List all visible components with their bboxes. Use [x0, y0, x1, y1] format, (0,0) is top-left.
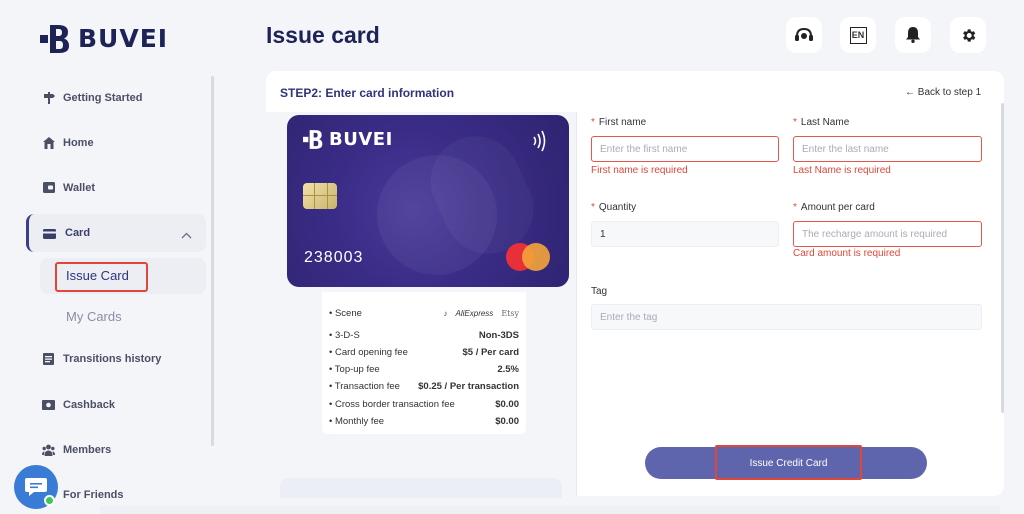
contactless-icon — [533, 130, 546, 152]
amount-error: Card amount is required — [793, 248, 901, 259]
divider — [576, 112, 577, 496]
info-row-scene: • Scene ♪ AliExpress Etsy — [329, 308, 519, 319]
issue-credit-card-label[interactable]: Issue Credit Card — [715, 458, 862, 469]
mastercard-logo-icon — [506, 243, 552, 271]
sidebar-item-label: Card — [65, 227, 91, 239]
sidebar-item-transitions-history[interactable]: Transitions history — [42, 352, 161, 365]
amount-per-card-label: * Amount per card — [793, 202, 875, 213]
virtual-card-preview: BUVEI 238003 — [287, 115, 569, 287]
buvei-logo-icon — [40, 24, 69, 53]
support-icon — [795, 28, 813, 41]
quantity-field[interactable] — [591, 221, 779, 247]
language-button[interactable]: EN — [840, 17, 876, 53]
sidebar-item-label: Members — [63, 443, 112, 456]
card-brand-name: BUVEI — [329, 129, 393, 150]
details-section-partial — [280, 478, 562, 498]
language-icon: EN — [849, 26, 867, 44]
amount-per-card-field[interactable] — [793, 221, 982, 247]
sidebar-scrollbar[interactable] — [211, 76, 214, 446]
last-name-field[interactable] — [793, 136, 982, 162]
last-name-label: * Last Name — [793, 117, 850, 128]
info-value: $0.00 — [495, 399, 519, 410]
first-name-error: First name is required — [591, 165, 688, 176]
page-title: Issue card — [266, 22, 380, 48]
wallet-icon — [42, 181, 55, 194]
tag-label: Tag — [591, 286, 608, 297]
info-row: • 3-D-S Non-3DS — [329, 330, 519, 341]
step-title: STEP2: Enter card information — [280, 86, 455, 100]
home-icon — [42, 136, 55, 149]
buvei-logo-icon — [303, 130, 323, 149]
bottom-edge — [100, 506, 1000, 514]
quantity-label: * Quantity — [591, 202, 637, 213]
sidebar-item-label: Getting Started — [63, 91, 143, 104]
card-chip-icon — [303, 183, 337, 209]
info-row: • Cross border transaction fee $0.00 — [329, 399, 519, 410]
sidebar-item-label: Wallet — [63, 181, 95, 194]
members-icon — [42, 443, 55, 456]
tiktok-icon: ♪ — [443, 309, 448, 318]
bell-icon — [906, 27, 920, 43]
brand-logo[interactable]: BUVEI — [40, 24, 168, 53]
info-value: 2.5% — [497, 364, 519, 375]
last-name-error: Last Name is required — [793, 165, 891, 176]
cashback-icon — [42, 398, 55, 411]
info-row: • Transaction fee $0.25 / Per transaction — [329, 381, 519, 392]
info-label: • Top-up fee — [329, 364, 380, 375]
info-value: Non-3DS — [478, 330, 519, 341]
gear-icon — [962, 28, 975, 42]
info-value: $0.00 — [495, 416, 519, 427]
info-label: • Transaction fee — [329, 381, 400, 392]
info-label: • Scene — [329, 308, 362, 319]
sidebar-subitem-issue-card[interactable]: Issue Card — [66, 268, 129, 283]
sidebar-item-label: Home — [63, 136, 94, 149]
brand-name: BUVEI — [78, 24, 169, 53]
info-label: • Card opening fee — [329, 347, 408, 358]
info-label: • Cross border transaction fee — [329, 399, 455, 410]
first-name-label: * First name — [591, 117, 647, 128]
info-value: $5 / Per card — [462, 347, 519, 358]
sidebar-item-label: Transitions history — [63, 352, 162, 365]
sidebar-item-members[interactable]: Members — [42, 443, 111, 456]
notifications-button[interactable] — [895, 17, 931, 53]
sidebar-item-label: Cashback — [63, 398, 115, 411]
chevron-up-icon[interactable] — [181, 226, 192, 244]
card-icon — [43, 226, 56, 244]
chat-icon — [25, 478, 47, 496]
tag-field[interactable] — [591, 304, 982, 330]
sidebar-subitem-my-cards[interactable]: My Cards — [66, 309, 122, 324]
etsy-logo: Etsy — [501, 309, 519, 318]
sidebar: BUVEI Getting Started Home Wallet Card I… — [0, 0, 215, 514]
sidebar-item-getting-started[interactable]: Getting Started — [42, 91, 142, 104]
sidebar-item-label: For Friends — [63, 488, 124, 501]
online-status-dot — [44, 495, 55, 506]
back-to-step-1-link[interactable]: ← Back to step 1 — [905, 87, 981, 98]
info-value: $0.25 / Per transaction — [418, 381, 519, 392]
sidebar-item-home[interactable]: Home — [42, 136, 94, 149]
list-icon — [42, 352, 55, 365]
info-row: • Card opening fee $5 / Per card — [329, 347, 519, 358]
card-number: 238003 — [304, 249, 364, 266]
info-label: • Monthly fee — [329, 416, 385, 427]
scene-logos: ♪ AliExpress Etsy — [444, 308, 519, 319]
aliexpress-logo: AliExpress — [455, 309, 494, 318]
sidebar-item-wallet[interactable]: Wallet — [42, 181, 95, 194]
card-brand-logo: BUVEI — [303, 129, 393, 150]
sidebar-item-card[interactable]: Card — [26, 214, 206, 252]
support-button[interactable] — [786, 17, 822, 53]
sidebar-item-cashback[interactable]: Cashback — [42, 398, 115, 411]
first-name-field[interactable] — [591, 136, 779, 162]
info-row: • Top-up fee 2.5% — [329, 364, 519, 375]
settings-button[interactable] — [950, 17, 986, 53]
info-label: • 3-D-S — [329, 330, 360, 341]
signpost-icon — [42, 91, 55, 104]
panel-scrollbar[interactable] — [1001, 103, 1004, 413]
info-row: • Monthly fee $0.00 — [329, 416, 519, 427]
